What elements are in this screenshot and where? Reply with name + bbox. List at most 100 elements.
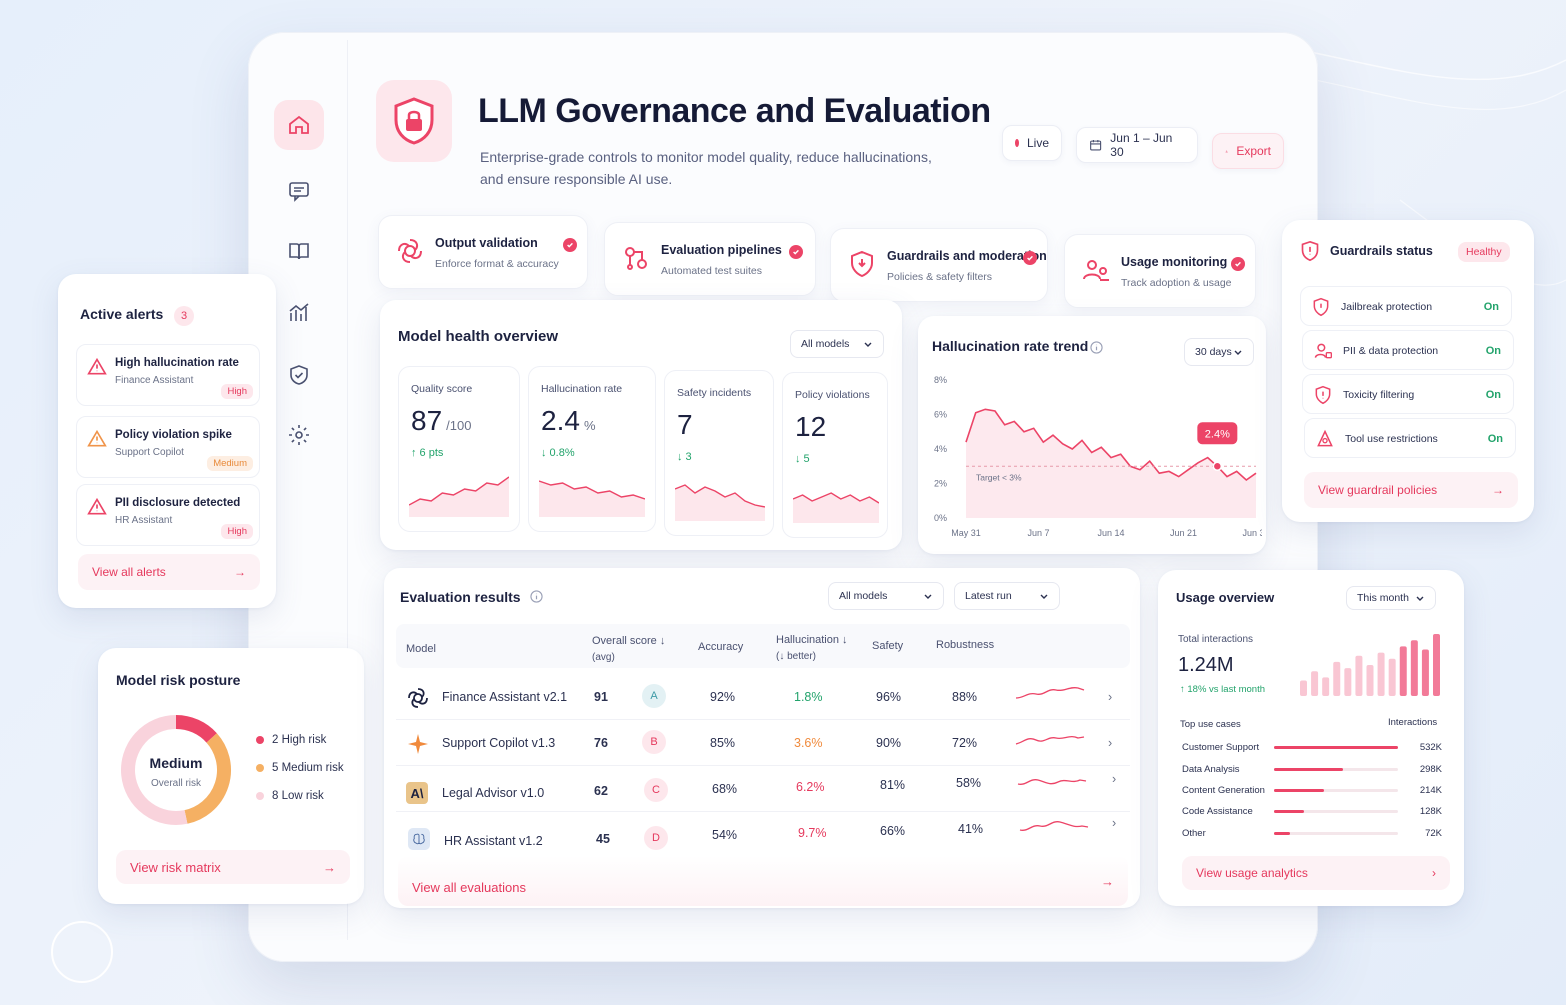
arrow-right-icon: → bbox=[1492, 483, 1504, 497]
settings-icon[interactable] bbox=[274, 410, 324, 460]
shield-check-icon[interactable] bbox=[274, 350, 324, 400]
table-row[interactable]: Support Copilot v1.3 76 B 85% 3.6% 90% 7… bbox=[396, 720, 1130, 766]
arrow-right-icon: → bbox=[323, 859, 336, 875]
safety-value: 66% bbox=[880, 824, 906, 838]
view-usage-analytics-link[interactable]: View usage analytics › bbox=[1182, 856, 1450, 890]
use-case-value: 532K bbox=[1419, 742, 1442, 753]
evaluation-run-filter[interactable]: Latest run bbox=[954, 582, 1060, 610]
page-subtitle: Enterprise-grade controls to monitor mod… bbox=[480, 146, 932, 190]
use-case-row: Customer Support 532K bbox=[1182, 740, 1442, 760]
feature-evaluation-pipelines[interactable]: Evaluation pipelines Automated test suit… bbox=[604, 222, 816, 296]
metric-sparkline bbox=[675, 484, 765, 521]
evaluation-model-filter[interactable]: All models bbox=[828, 582, 944, 610]
guardrail-item[interactable]: PII & data protection On bbox=[1302, 330, 1514, 370]
y-tick-label: 8% bbox=[934, 375, 947, 385]
hallucination-value: 3.6% bbox=[794, 736, 823, 750]
col-model[interactable]: Model bbox=[406, 643, 436, 655]
live-indicator[interactable]: Live bbox=[1002, 125, 1062, 161]
info-icon[interactable] bbox=[530, 590, 543, 603]
table-row[interactable]: A\ Legal Advisor v1.0 62 C 68% 6.2% 81% … bbox=[396, 766, 1130, 812]
page-title: LLM Governance and Evaluation bbox=[478, 92, 991, 130]
filter-label: All models bbox=[839, 590, 888, 602]
feature-output-validation[interactable]: Output validation Enforce format & accur… bbox=[378, 215, 588, 289]
guardrail-item[interactable]: Tool use restrictions On bbox=[1304, 418, 1516, 458]
info-icon[interactable] bbox=[1090, 341, 1103, 354]
date-range-picker[interactable]: Jun 1 – Jun 30 bbox=[1076, 127, 1198, 163]
chevron-right-icon[interactable]: › bbox=[1108, 736, 1112, 750]
risk-center-sub: Overall risk bbox=[150, 778, 201, 789]
chevron-right-icon[interactable]: › bbox=[1108, 690, 1112, 704]
use-case-bar-fill bbox=[1274, 789, 1324, 792]
row-sparkline bbox=[1017, 779, 1087, 785]
metric-value: 7 bbox=[677, 409, 697, 441]
severity-badge: High bbox=[221, 524, 253, 539]
metric-value: 12 bbox=[795, 411, 830, 443]
book-icon[interactable] bbox=[274, 226, 324, 276]
robustness-value: 72% bbox=[952, 736, 978, 750]
safety-value: 81% bbox=[880, 778, 906, 792]
feature-title: Usage monitoring bbox=[1121, 255, 1228, 269]
chevron-right-icon[interactable]: › bbox=[1112, 772, 1116, 786]
metric-label: Quality score bbox=[411, 383, 473, 395]
table-row[interactable]: HR Assistant v1.2 45 D 54% 9.7% 66% 41% … bbox=[396, 812, 1130, 858]
usage-bar bbox=[1300, 680, 1307, 696]
risk-legend-item: 5 Medium risk bbox=[256, 754, 344, 782]
col-overall-score[interactable]: Overall score ↓ bbox=[592, 635, 665, 647]
alerts-title: Active alerts bbox=[80, 306, 164, 322]
use-case-label: Content Generation bbox=[1182, 785, 1265, 796]
trend-range-filter[interactable]: 30 days bbox=[1184, 338, 1254, 366]
metric-number: 87 bbox=[411, 405, 443, 436]
model-name: HR Assistant v1.2 bbox=[444, 834, 543, 848]
metric-change: ↓ 5 bbox=[795, 453, 810, 465]
home-icon[interactable] bbox=[274, 100, 324, 150]
export-button[interactable]: Export bbox=[1212, 133, 1284, 169]
alert-title: High hallucination rate bbox=[115, 357, 239, 369]
metric-label: Safety incidents bbox=[677, 387, 752, 399]
pipeline-icon bbox=[625, 247, 647, 270]
usage-bar bbox=[1355, 655, 1363, 696]
metric-change: ↓ 0.8% bbox=[541, 447, 575, 459]
safety-value: 90% bbox=[876, 736, 902, 750]
usage-bar bbox=[1388, 658, 1396, 696]
arrow-right-icon: → bbox=[234, 565, 246, 579]
use-case-bar bbox=[1274, 768, 1398, 771]
alert-item[interactable]: PII disclosure detected HR Assistant Hig… bbox=[76, 484, 260, 546]
alert-item[interactable]: Policy violation spike Support Copilot M… bbox=[76, 416, 260, 478]
legend-label: 2 High risk bbox=[272, 734, 327, 746]
hallucination-value: 6.2% bbox=[796, 780, 825, 794]
table-row[interactable]: Finance Assistant v2.1 91 A 92% 1.8% 96%… bbox=[396, 674, 1130, 720]
chevron-right-icon[interactable]: › bbox=[1112, 816, 1116, 830]
row-sparkline bbox=[1015, 686, 1085, 699]
usage-period-filter[interactable]: This month bbox=[1346, 586, 1436, 610]
feature-usage-monitoring[interactable]: Usage monitoring Track adoption & usage bbox=[1064, 234, 1256, 308]
hallucination-value: 1.8% bbox=[794, 690, 823, 704]
usage-bar-chart bbox=[1300, 634, 1440, 696]
view-all-evaluations-link[interactable]: View all evaluations → bbox=[398, 856, 1128, 906]
use-case-bar bbox=[1274, 789, 1398, 792]
alerts-count-badge: 3 bbox=[174, 306, 194, 326]
chat-icon[interactable] bbox=[274, 166, 324, 216]
usage-total-label: Total interactions bbox=[1178, 634, 1254, 645]
feature-guardrails-moderation[interactable]: Guardrails and moderation Policies & saf… bbox=[830, 228, 1048, 302]
col-accuracy[interactable]: Accuracy bbox=[698, 641, 743, 653]
col-hallucination[interactable]: Hallucination ↓ bbox=[776, 634, 848, 646]
shield-alert-icon bbox=[1315, 385, 1331, 405]
hallucination-trend-chart: 8% 6% 4% 2% 0% May 31 Jun 7 Jun 14 Jun 21 Jun 30 T… bbox=[934, 375, 1262, 538]
view-guardrail-policies-link[interactable]: View guardrail policies → bbox=[1304, 472, 1518, 508]
col-safety[interactable]: Safety bbox=[872, 640, 903, 652]
col-robustness[interactable]: Robustness bbox=[936, 639, 994, 651]
view-all-alerts-link[interactable]: View all alerts → bbox=[78, 554, 260, 590]
analytics-icon[interactable] bbox=[274, 288, 324, 338]
guardrail-item[interactable]: Toxicity filtering On bbox=[1302, 374, 1514, 414]
guardrail-item[interactable]: Jailbreak protection On bbox=[1300, 286, 1512, 326]
model-health-filter[interactable]: All models bbox=[790, 330, 884, 358]
alert-item[interactable]: High hallucination rate Finance Assistan… bbox=[76, 344, 260, 406]
use-case-label: Other bbox=[1182, 828, 1206, 839]
view-risk-matrix-link[interactable]: View risk matrix → bbox=[116, 850, 350, 884]
usage-change: ↑ 18% vs last month bbox=[1180, 684, 1266, 695]
chevron-down-icon bbox=[1416, 596, 1424, 601]
grade-badge: A bbox=[642, 684, 666, 708]
check-icon bbox=[1023, 251, 1037, 265]
top-use-cases-label: Top use cases bbox=[1180, 719, 1241, 730]
openai-icon bbox=[398, 239, 422, 263]
